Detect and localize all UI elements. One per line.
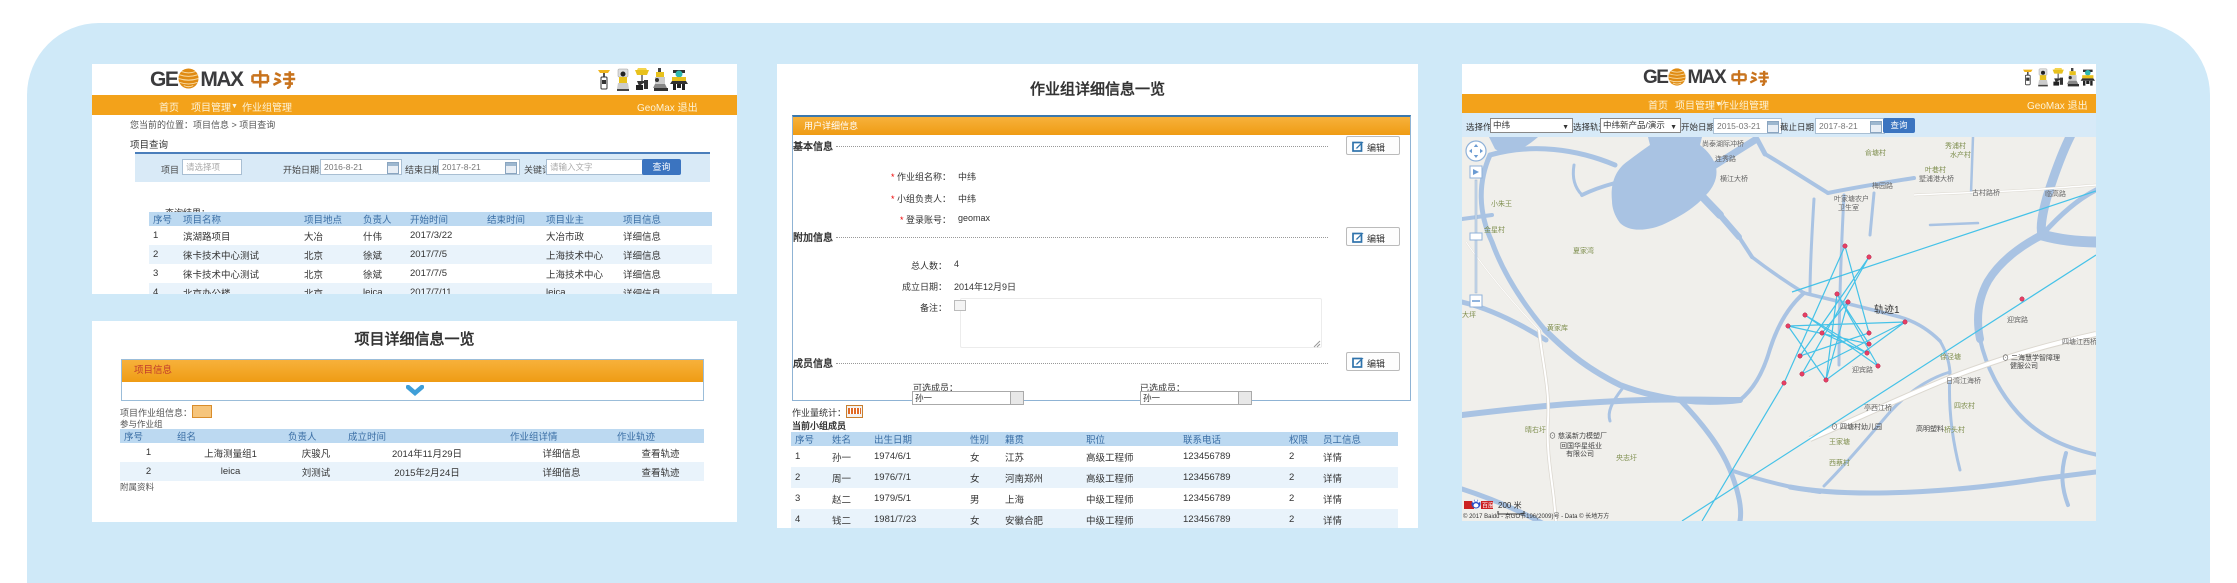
- svg-text:大坪: 大坪: [1462, 310, 1476, 319]
- svg-text:梅园路: 梅园路: [1872, 181, 1893, 190]
- svg-text:横江大桥: 横江大桥: [1720, 174, 1748, 183]
- svg-text:© 2017 Baidu - 京GO节196(2009)号: © 2017 Baidu - 京GO节196(2009)号 - Data © 长…: [1463, 512, 1609, 520]
- svg-text:晴右圩: 晴右圩: [1525, 425, 1546, 434]
- svg-text:⊙ 四塘村幼儿园: ⊙ 四塘村幼儿园: [1831, 422, 1882, 431]
- svg-text:临高路: 临高路: [2045, 189, 2066, 198]
- svg-text:⊙ 慈溪新力模塑厂: ⊙ 慈溪新力模塑厂: [1549, 431, 1607, 440]
- svg-text:王家塘: 王家塘: [1829, 437, 1850, 446]
- svg-text:央志圩: 央志圩: [1616, 453, 1637, 462]
- svg-text:日湾江海桥: 日湾江海桥: [1946, 376, 1981, 385]
- svg-text:水产村: 水产村: [1950, 150, 1971, 159]
- svg-text:西蔡村: 西蔡村: [1829, 458, 1850, 467]
- svg-text:回国华星纸业: 回国华星纸业: [1560, 441, 1602, 450]
- svg-text:古村路桥: 古村路桥: [1972, 188, 2000, 197]
- svg-text:亭西江桥: 亭西江桥: [1864, 403, 1892, 412]
- svg-text:连秀路: 连秀路: [1715, 154, 1736, 163]
- svg-text:俞塘村: 俞塘村: [1865, 148, 1886, 157]
- svg-text:叶家塘农户: 叶家塘农户: [1834, 194, 1869, 203]
- svg-text:墅浦港大桥: 墅浦港大桥: [1919, 174, 1954, 183]
- svg-text:黄家库: 黄家库: [1547, 323, 1568, 332]
- svg-text:夏家湾: 夏家湾: [1573, 246, 1594, 255]
- svg-text:小朱王: 小朱王: [1491, 199, 1512, 208]
- svg-text:轨迹1: 轨迹1: [1874, 303, 1900, 316]
- svg-text:⊙ 二海慧学智障理: ⊙ 二海慧学智障理: [2002, 353, 2060, 362]
- svg-text:200 米: 200 米: [1498, 500, 1522, 510]
- svg-text:迎宾路: 迎宾路: [2007, 315, 2028, 324]
- svg-text:四塘江西桥: 四塘江西桥: [2062, 337, 2096, 346]
- svg-text:高明塑料: 高明塑料: [1916, 424, 1944, 433]
- svg-text:尚泰湖际冲桥: 尚泰湖际冲桥: [1702, 139, 1744, 148]
- svg-text:叶巷村: 叶巷村: [1925, 165, 1946, 174]
- svg-text:百度: 百度: [1482, 502, 1494, 510]
- svg-text:桥头村: 桥头村: [1944, 425, 1965, 434]
- svg-text:健服公司: 健服公司: [2010, 361, 2038, 370]
- svg-text:徐泾塘: 徐泾塘: [1940, 352, 1961, 361]
- svg-text:卫生室: 卫生室: [1838, 203, 1859, 212]
- svg-text:金星村: 金星村: [1484, 225, 1505, 234]
- svg-text:四农村: 四农村: [1954, 401, 1975, 410]
- svg-text:有限公司: 有限公司: [1566, 449, 1594, 458]
- svg-text:秀浦村: 秀浦村: [1945, 141, 1966, 150]
- svg-text:迎宾路: 迎宾路: [1852, 365, 1873, 374]
